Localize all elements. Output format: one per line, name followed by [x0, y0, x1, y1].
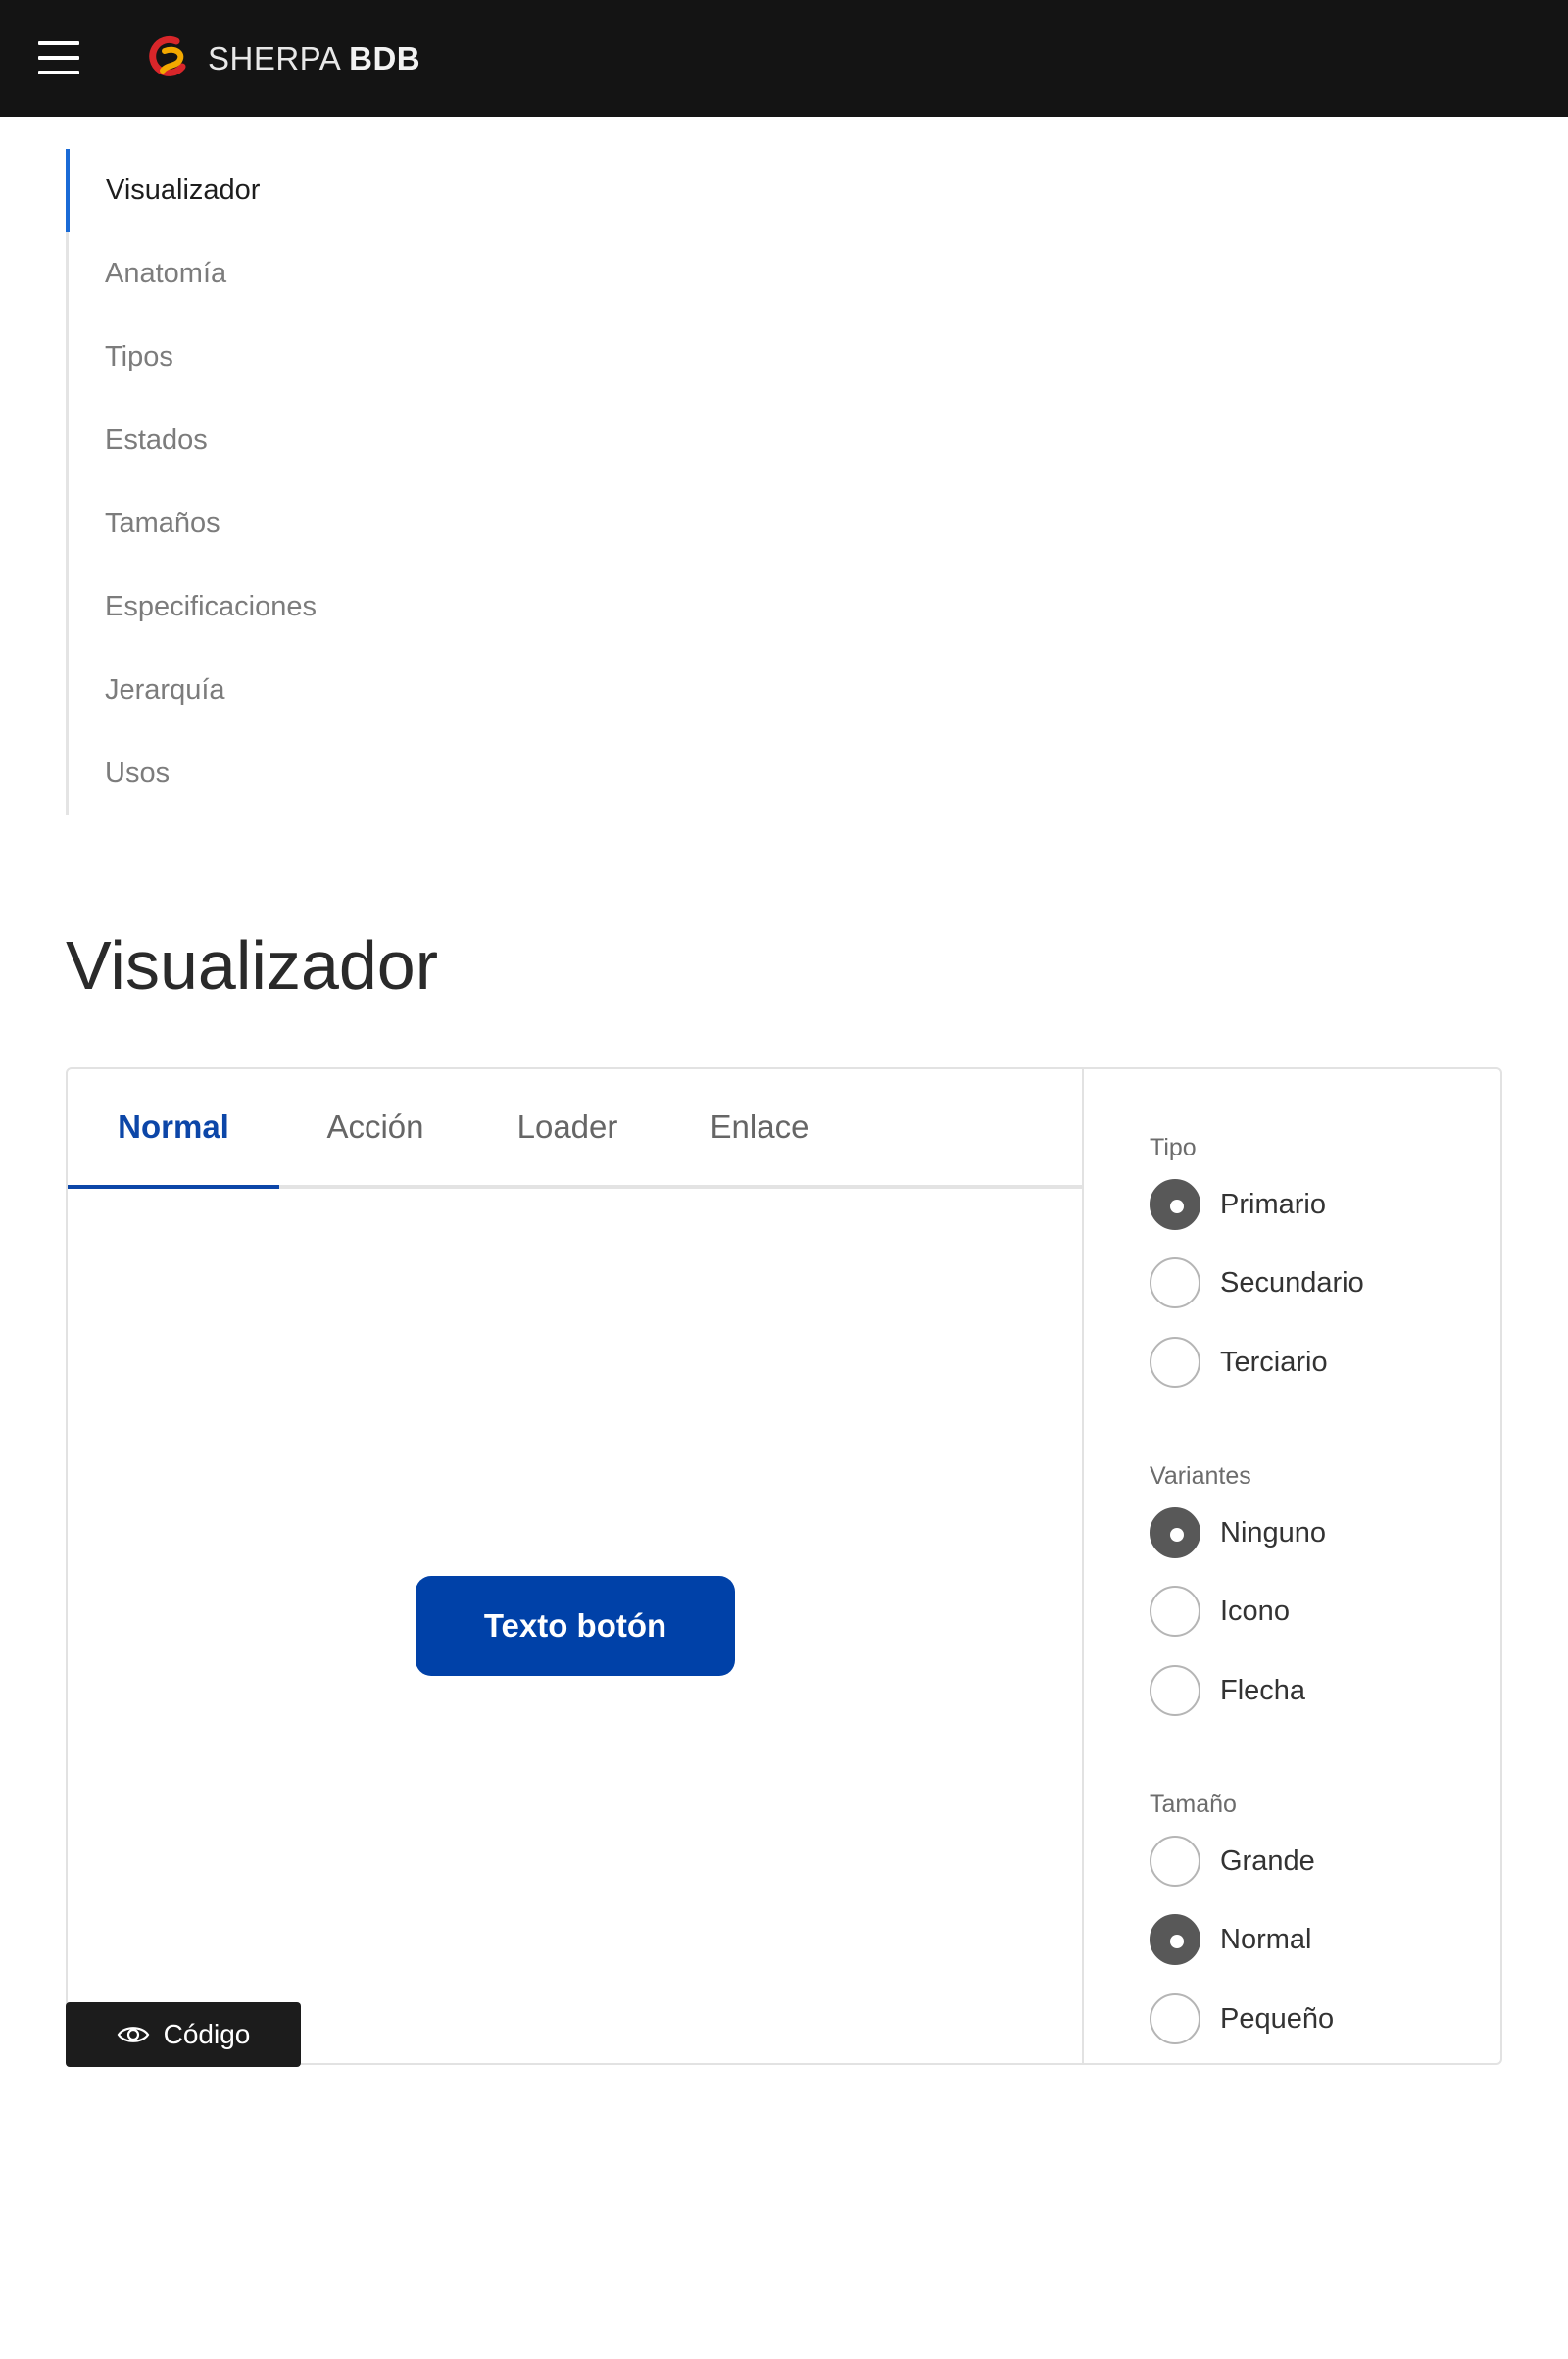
hamburger-menu-icon[interactable] [38, 37, 79, 78]
radio-unchecked-icon [1150, 1993, 1200, 2044]
component-viewer: Normal Acción Loader Enlace Texto botón … [66, 1067, 1504, 2067]
radio-label: Normal [1220, 1923, 1312, 1955]
radio-unchecked-icon [1150, 1836, 1200, 1887]
radio-grande[interactable]: Grande [1150, 1834, 1315, 1889]
toc-item-usos[interactable]: Usos [69, 732, 539, 815]
radio-label: Grande [1220, 1844, 1315, 1877]
top-bar: SHERPA BDB [0, 0, 1568, 117]
tab-loader[interactable]: Loader [471, 1069, 663, 1185]
code-button[interactable]: Código [66, 2002, 301, 2067]
radio-ninguno[interactable]: Ninguno [1150, 1505, 1326, 1560]
radio-flecha[interactable]: Flecha [1150, 1663, 1305, 1718]
radio-label: Terciario [1220, 1346, 1328, 1378]
brand-name[interactable]: SHERPA BDB [208, 37, 420, 80]
toc-item-especificaciones[interactable]: Especificaciones [69, 565, 539, 649]
tab-accion[interactable]: Acción [279, 1069, 471, 1185]
radio-unchecked-icon [1150, 1257, 1200, 1308]
radio-label: Flecha [1220, 1674, 1306, 1706]
radio-unchecked-icon [1150, 1337, 1200, 1388]
radio-checked-icon [1150, 1914, 1200, 1965]
radio-normal[interactable]: Normal [1150, 1912, 1311, 1967]
group-label-tipo: Tipo [1150, 1134, 1197, 1161]
radio-label: Secundario [1220, 1266, 1364, 1299]
eye-icon [117, 2027, 149, 2042]
viewer-tabs: Normal Acción Loader Enlace [68, 1069, 1082, 1189]
toc-item-tamanos[interactable]: Tamaños [69, 482, 539, 565]
code-button-label: Código [163, 2019, 251, 2049]
table-of-contents: Visualizador Anatomía Tipos Estados Tama… [66, 149, 559, 815]
radio-label: Pequeño [1220, 2002, 1335, 2035]
radio-primario[interactable]: Primario [1150, 1177, 1326, 1232]
tab-normal[interactable]: Normal [68, 1069, 279, 1189]
toc-item-jerarquia[interactable]: Jerarquía [69, 649, 539, 732]
group-label-variantes: Variantes [1150, 1462, 1251, 1490]
radio-label: Primario [1220, 1188, 1326, 1220]
controls-panel: Tipo Primario Secundario Terciario Varia… [1082, 1069, 1504, 2063]
radio-pequeno[interactable]: Pequeño [1150, 1991, 1334, 2046]
group-label-tamano: Tamaño [1150, 1791, 1237, 1818]
toc-item-tipos[interactable]: Tipos [69, 316, 539, 399]
toc-item-estados[interactable]: Estados [69, 399, 539, 482]
toc-item-visualizador[interactable]: Visualizador [66, 149, 536, 232]
toc-item-anatomia[interactable]: Anatomía [69, 232, 539, 316]
radio-unchecked-icon [1150, 1665, 1200, 1716]
sherpa-logo [149, 35, 186, 76]
radio-icono[interactable]: Icono [1150, 1584, 1290, 1639]
brand-name-light: SHERPA [208, 40, 340, 76]
radio-label: Ninguno [1220, 1516, 1327, 1548]
radio-label: Icono [1220, 1595, 1290, 1627]
radio-checked-icon [1150, 1179, 1200, 1230]
section-title: Visualizador [66, 927, 439, 1004]
brand-name-bold: BDB [349, 40, 421, 76]
preview-button[interactable]: Texto botón [416, 1576, 735, 1676]
tab-enlace[interactable]: Enlace [663, 1069, 856, 1185]
radio-checked-icon [1150, 1507, 1200, 1558]
radio-secundario[interactable]: Secundario [1150, 1255, 1364, 1310]
radio-unchecked-icon [1150, 1586, 1200, 1637]
radio-terciario[interactable]: Terciario [1150, 1335, 1328, 1390]
